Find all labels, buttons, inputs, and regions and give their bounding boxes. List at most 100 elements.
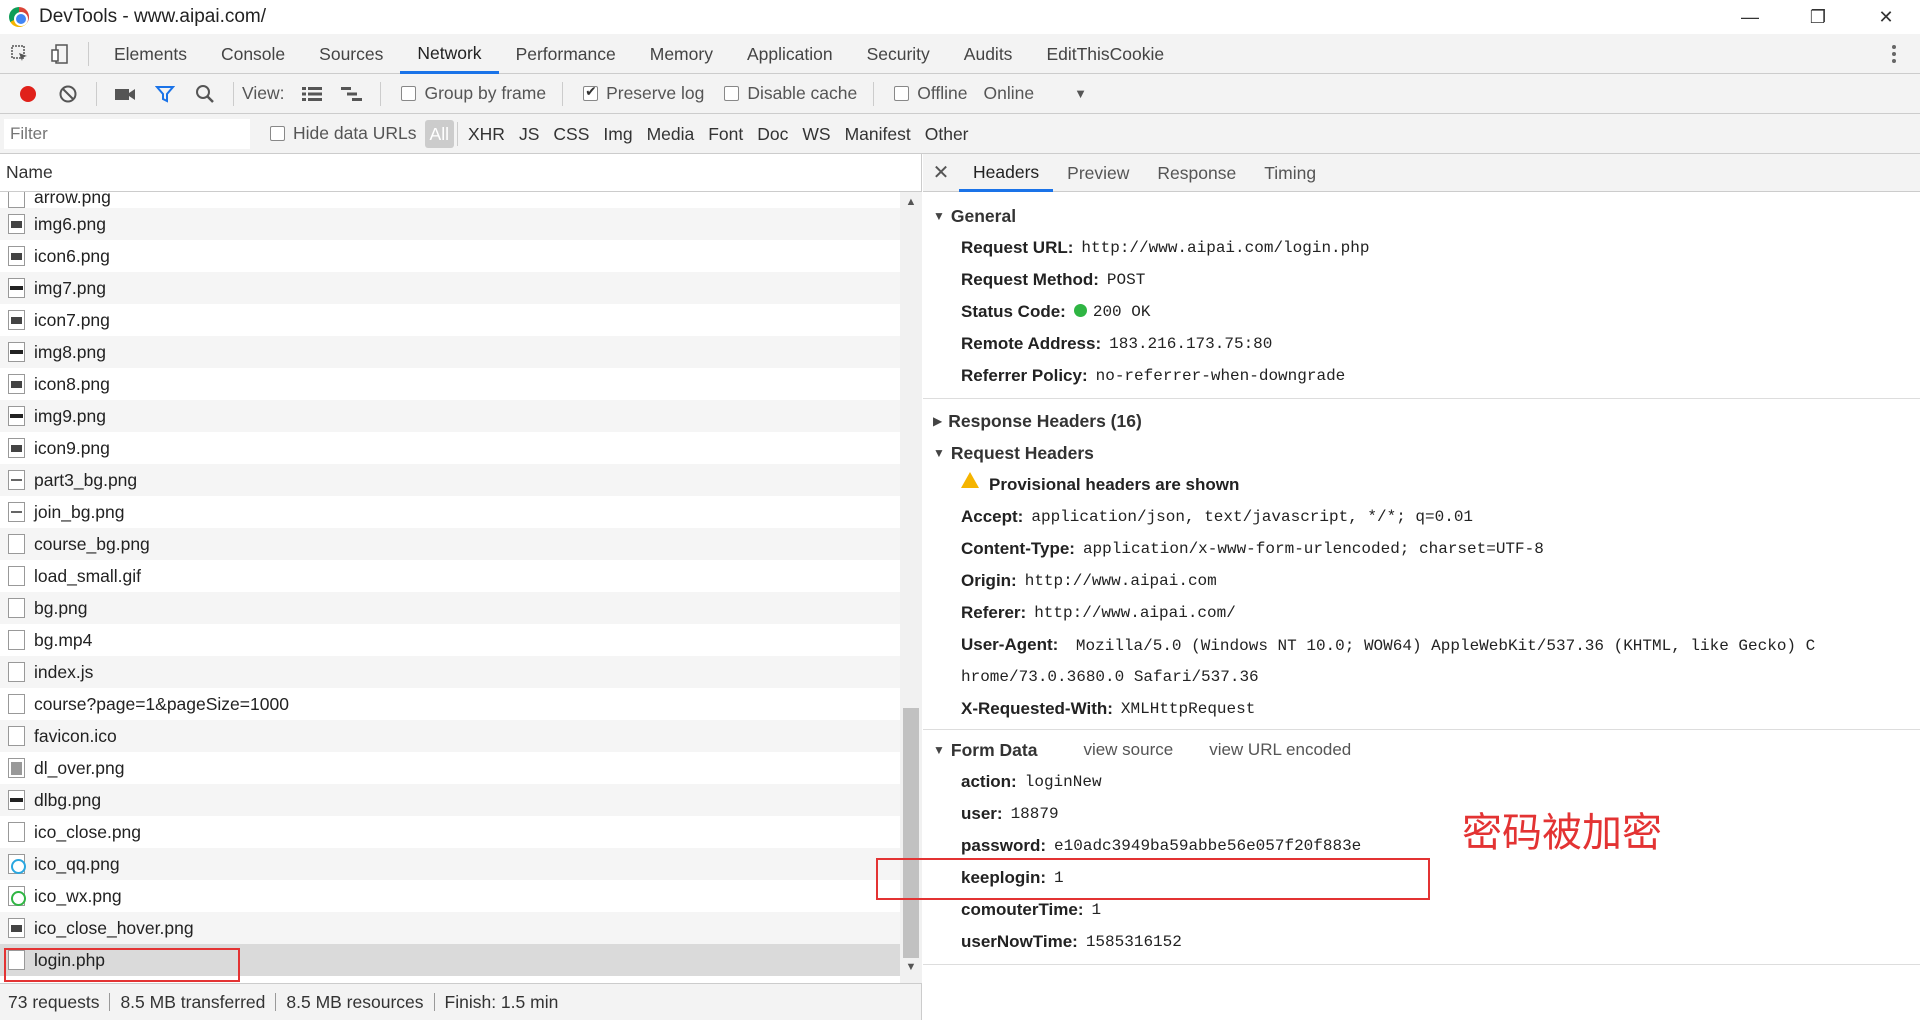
form-user-row: user: 18879 bbox=[961, 804, 1059, 823]
request-headers-toggle[interactable]: ▼ Request Headers bbox=[923, 437, 1920, 469]
request-name: course?page=1&pageSize=1000 bbox=[34, 693, 289, 714]
waterfall-overview-icon[interactable] bbox=[332, 74, 372, 114]
image-thumbnail-icon bbox=[8, 790, 25, 810]
request-row[interactable]: dlbg.png bbox=[0, 784, 900, 816]
request-row[interactable]: part3_bg.png bbox=[0, 464, 900, 496]
view-source-link[interactable]: view source bbox=[1083, 740, 1173, 760]
tab-console[interactable]: Console bbox=[204, 34, 302, 74]
filter-type-media[interactable]: Media bbox=[640, 120, 702, 148]
view-url-encoded-link[interactable]: view URL encoded bbox=[1209, 740, 1351, 760]
tab-editthiscookie[interactable]: EditThisCookie bbox=[1029, 34, 1181, 74]
tab-security[interactable]: Security bbox=[850, 34, 947, 74]
close-detail-icon[interactable]: ✕ bbox=[923, 160, 959, 185]
request-row[interactable]: ico_wx.png bbox=[0, 880, 900, 912]
search-icon[interactable] bbox=[185, 74, 225, 114]
large-rows-icon[interactable] bbox=[292, 74, 332, 114]
tab-performance[interactable]: Performance bbox=[499, 34, 633, 74]
group-by-frame-checkbox[interactable]: Group by frame bbox=[401, 83, 546, 104]
filter-type-font[interactable]: Font bbox=[701, 120, 750, 148]
filter-type-ws[interactable]: WS bbox=[795, 120, 837, 148]
filter-type-js[interactable]: JS bbox=[512, 120, 546, 148]
form-data-toggle[interactable]: ▼ Form Data view source view URL encoded bbox=[923, 734, 1920, 766]
tab-memory[interactable]: Memory bbox=[633, 34, 730, 74]
request-name: ico_wx.png bbox=[34, 885, 122, 906]
request-row[interactable]: icon8.png bbox=[0, 368, 900, 400]
request-row[interactable]: img6.png bbox=[0, 208, 900, 240]
hide-data-urls-checkbox[interactable]: Hide data URLs bbox=[270, 123, 417, 144]
filter-type-manifest[interactable]: Manifest bbox=[838, 120, 918, 148]
remote-address-row: Remote Address: 183.216.173.75:80 bbox=[961, 334, 1273, 353]
filter-type-other[interactable]: Other bbox=[918, 120, 976, 148]
panel-tabs-bar: Elements Console Sources Network Perform… bbox=[0, 34, 1920, 74]
filter-type-doc[interactable]: Doc bbox=[750, 120, 795, 148]
tab-audits[interactable]: Audits bbox=[947, 34, 1030, 74]
image-thumbnail-icon bbox=[8, 278, 25, 298]
response-headers-toggle[interactable]: ▶ Response Headers (16) bbox=[923, 405, 1920, 437]
inspect-element-icon[interactable] bbox=[0, 34, 40, 74]
scroll-down-icon[interactable]: ▼ bbox=[900, 961, 922, 979]
request-row[interactable]: img9.png bbox=[0, 400, 900, 432]
filter-input[interactable] bbox=[4, 118, 250, 149]
request-name: dl_over.png bbox=[34, 757, 125, 778]
provisional-warning: Provisional headers are shown bbox=[923, 469, 1920, 501]
request-row[interactable]: ico_close_hover.png bbox=[0, 912, 900, 944]
request-list: arrow.png img6.png icon6.png img7.png icon7.… bbox=[0, 192, 900, 983]
request-row[interactable]: join_bg.png bbox=[0, 496, 900, 528]
request-row[interactable]: icon6.png bbox=[0, 240, 900, 272]
name-column-header[interactable]: Name bbox=[0, 154, 921, 192]
request-row[interactable]: icon7.png bbox=[0, 304, 900, 336]
general-section-toggle[interactable]: ▼ General bbox=[923, 200, 1920, 232]
image-thumbnail-icon bbox=[8, 214, 25, 234]
request-row[interactable]: favicon.ico bbox=[0, 720, 900, 752]
request-row[interactable]: course?page=1&pageSize=1000 bbox=[0, 688, 900, 720]
request-row[interactable]: icon9.png bbox=[0, 432, 900, 464]
request-row[interactable]: dl_over.png bbox=[0, 752, 900, 784]
filter-type-all[interactable]: All bbox=[424, 119, 454, 148]
maximize-button[interactable]: ❐ bbox=[1784, 0, 1852, 34]
tab-elements[interactable]: Elements bbox=[97, 34, 204, 74]
request-row[interactable]: index.js bbox=[0, 656, 900, 688]
device-toolbar-icon[interactable] bbox=[40, 34, 80, 74]
request-row[interactable]: img8.png bbox=[0, 336, 900, 368]
accept-header-row: Accept: application/json, text/javascript… bbox=[961, 507, 1474, 526]
request-row[interactable]: load_small.gif bbox=[0, 560, 900, 592]
file-blank-icon bbox=[8, 534, 25, 554]
scroll-up-icon[interactable]: ▲ bbox=[900, 196, 922, 214]
file-blank-icon bbox=[8, 662, 25, 682]
request-row[interactable]: img7.png bbox=[0, 272, 900, 304]
clear-icon[interactable] bbox=[48, 74, 88, 114]
tab-preview[interactable]: Preview bbox=[1053, 154, 1143, 192]
tab-network[interactable]: Network bbox=[400, 34, 499, 74]
request-row[interactable]: bg.png bbox=[0, 592, 900, 624]
tab-timing[interactable]: Timing bbox=[1250, 154, 1330, 192]
preserve-log-checkbox[interactable]: Preserve log bbox=[583, 83, 704, 104]
x-requested-with-header-row: X-Requested-With: XMLHttpRequest bbox=[961, 699, 1256, 718]
filter-type-img[interactable]: Img bbox=[596, 120, 639, 148]
request-name: img7.png bbox=[34, 277, 106, 298]
request-row[interactable]: ico_close.png bbox=[0, 816, 900, 848]
offline-checkbox[interactable]: Offline bbox=[894, 83, 968, 104]
tab-application[interactable]: Application bbox=[730, 34, 850, 74]
record-icon[interactable] bbox=[8, 74, 48, 114]
close-window-button[interactable]: ✕ bbox=[1852, 0, 1920, 34]
filter-type-xhr[interactable]: XHR bbox=[461, 120, 512, 148]
request-row[interactable]: bg.mp4 bbox=[0, 624, 900, 656]
tab-headers[interactable]: Headers bbox=[959, 153, 1054, 192]
request-row[interactable]: ico_qq.png bbox=[0, 848, 900, 880]
filter-bar: Hide data URLs All XHR JS CSS Img Media … bbox=[0, 114, 1920, 154]
disable-cache-checkbox[interactable]: Disable cache bbox=[724, 83, 857, 104]
tab-sources[interactable]: Sources bbox=[302, 34, 400, 74]
request-row[interactable]: arrow.png bbox=[0, 192, 900, 208]
image-thumbnail-icon bbox=[8, 470, 25, 490]
request-row[interactable]: course_bg.png bbox=[0, 528, 900, 560]
scrollbar-thumb[interactable] bbox=[903, 708, 919, 958]
filter-type-css[interactable]: CSS bbox=[546, 120, 596, 148]
filter-icon[interactable] bbox=[145, 74, 185, 114]
status-divider bbox=[433, 993, 435, 1011]
screenshot-camera-icon[interactable] bbox=[105, 74, 145, 114]
tab-response[interactable]: Response bbox=[1143, 154, 1250, 192]
minimize-button[interactable]: — bbox=[1716, 0, 1784, 34]
throttling-select[interactable]: Online ▼ bbox=[984, 83, 1087, 104]
more-options-icon[interactable] bbox=[1882, 42, 1906, 66]
file-blank-icon bbox=[8, 630, 25, 650]
